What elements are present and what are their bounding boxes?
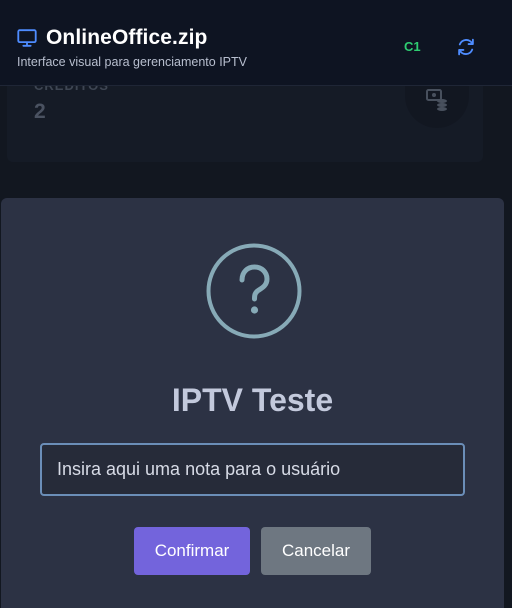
- app-header: OnlineOffice.zip Interface visual para g…: [0, 0, 512, 86]
- app-title: OnlineOffice.zip: [46, 26, 208, 49]
- dialog-title: IPTV Teste: [171, 382, 334, 418]
- brand: OnlineOffice.zip: [16, 26, 207, 50]
- app-subtitle: Interface visual para gerenciamento IPTV: [17, 55, 247, 69]
- monitor-icon: [17, 29, 37, 47]
- user-note-input[interactable]: [40, 443, 465, 496]
- cancel-button[interactable]: Cancelar: [261, 527, 371, 575]
- question-icon: [206, 243, 302, 339]
- confirm-dialog: IPTV Teste Confirmar Cancelar: [1, 198, 504, 608]
- refresh-icon[interactable]: [455, 36, 477, 58]
- app-root: CRÉDITOS 2 OnlineOffice.zip Interface vi…: [0, 0, 512, 608]
- confirm-button[interactable]: Confirmar: [134, 527, 250, 575]
- server-badge[interactable]: C1: [404, 39, 421, 54]
